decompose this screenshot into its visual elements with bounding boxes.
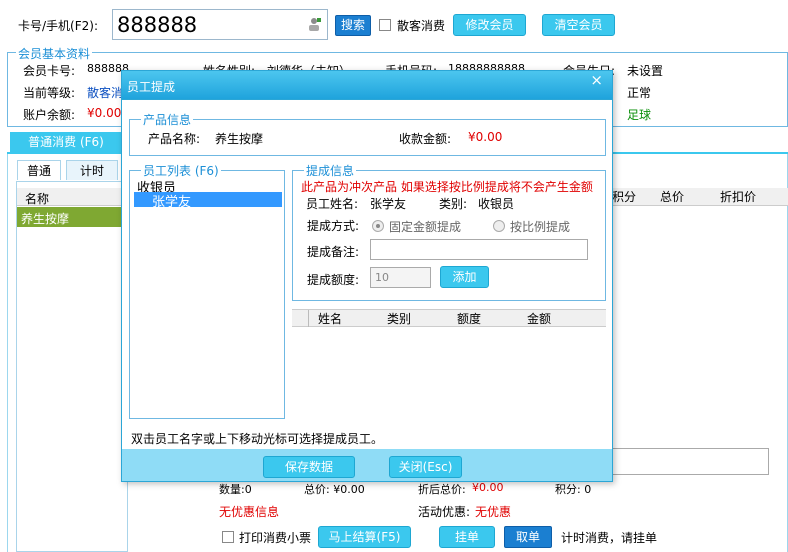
staff-item-selected[interactable]: 张学友 (134, 192, 282, 210)
emp-name-label: 员工姓名: (306, 197, 359, 211)
quota-label: 提成额度: (307, 273, 360, 287)
cart-col-discount: 折扣价 (720, 190, 757, 204)
commission-warning: 此产品为冲次产品 如果选择按比例提成将不会产生金额 (301, 180, 593, 194)
amount-label: 收款金额: (399, 132, 452, 146)
summary-discounted-label: 折后总价: (418, 483, 466, 496)
summary-points: 积分: 0 (555, 483, 592, 496)
close-dialog-button[interactable]: 关闭(Esc) (389, 456, 462, 478)
method-fixed-label: 固定金额提成 (389, 220, 462, 234)
product-col-name: 名称 (25, 192, 50, 206)
subtab-timed[interactable]: 计时 (66, 160, 118, 180)
dialog-title-bar: 员工提成 × (122, 71, 612, 99)
quota-input-value: 10 (375, 271, 389, 284)
summary-promo-label: 活动优惠: (418, 505, 471, 519)
subtab-normal[interactable]: 普通 (17, 160, 61, 180)
product-info-group (129, 119, 606, 156)
commission-col-name: 姓名 (318, 312, 343, 326)
method-ratio-label: 按比例提成 (510, 220, 571, 234)
category-value: 收银员 (478, 197, 515, 211)
product-row-label: 养生按摩 (21, 212, 70, 226)
quota-input[interactable]: 10 (370, 267, 431, 288)
member-card-label: 会员卡号: (23, 64, 76, 78)
user-add-icon[interactable] (307, 17, 321, 32)
walkin-checkbox[interactable] (379, 19, 391, 31)
member-balance-label: 账户余额: (23, 108, 76, 122)
summary-qty: 数量:0 (219, 483, 252, 496)
cart-col-points: 积分 (612, 190, 637, 204)
take-order-button[interactable]: 取单 (504, 526, 552, 548)
commission-table-header: 姓名 类别 额度 金额 (292, 309, 606, 327)
commission-row-marker (308, 310, 309, 327)
clear-member-button[interactable]: 清空会员 (542, 14, 615, 36)
summary-total: 总价: ¥0.00 (304, 483, 365, 496)
member-birthday-value: 未设置 (627, 64, 664, 78)
commission-dialog: 员工提成 × 产品信息 产品名称: 养生按摩 收款金额: ¥0.00 员工列表 … (121, 70, 613, 482)
summary-hint: 计时消费，请挂单 (561, 531, 658, 545)
print-receipt-label: 打印消费小票 (239, 531, 312, 545)
add-commission-button[interactable]: 添加 (440, 266, 489, 288)
cart-col-total: 总价 (660, 190, 685, 204)
hold-order-button[interactable]: 挂单 (439, 526, 495, 548)
save-data-button[interactable]: 保存数据 (263, 456, 355, 478)
staff-item-label: 张学友 (152, 195, 192, 210)
method-label: 提成方式: (307, 219, 360, 233)
search-button[interactable]: 搜索 (335, 15, 371, 36)
product-list-header: 名称 (17, 188, 127, 206)
tab-normal-consume[interactable]: 普通消费 (F6) (10, 132, 122, 154)
member-info-legend: 会员基本资料 (16, 45, 93, 62)
modify-member-button[interactable]: 修改会员 (453, 14, 526, 36)
cart-table-header: 积分 总价 折扣价 (612, 188, 788, 206)
card-label: 卡号/手机(F2): (18, 19, 98, 33)
print-receipt-checkbox[interactable] (222, 531, 234, 543)
walkin-label: 散客消费 (397, 19, 446, 33)
summary-discounted-value: ¥0.00 (472, 481, 504, 494)
dialog-instruction: 双击员工名字或上下移动光标可选择提成员工。 (131, 432, 384, 446)
dialog-title: 员工提成 (127, 80, 176, 94)
dialog-footer (122, 449, 612, 481)
method-fixed-radio[interactable] (372, 220, 384, 232)
product-row[interactable]: 养生按摩 (17, 207, 127, 227)
card-input[interactable]: 888888 (112, 9, 328, 40)
commission-col-quota: 额度 (457, 312, 482, 326)
member-status-value: 正常 (627, 86, 652, 100)
commission-col-type: 类别 (387, 312, 412, 326)
amount-value: ¥0.00 (468, 130, 503, 144)
note-input[interactable] (370, 239, 588, 260)
member-balance-value: ¥0.00 (87, 106, 122, 120)
product-list: 名称 养生按摩 (16, 181, 128, 552)
emp-name-value: 张学友 (370, 197, 407, 211)
dialog-close-icon[interactable]: × (590, 71, 603, 89)
method-ratio-radio[interactable] (493, 220, 505, 232)
note-label: 提成备注: (307, 245, 360, 259)
commission-table: 姓名 类别 额度 金额 (292, 307, 606, 419)
commission-info-legend: 提成信息 (304, 162, 357, 179)
commission-col-amount: 金额 (527, 312, 552, 326)
product-name-label: 产品名称: (148, 132, 201, 146)
card-input-value: 888888 (117, 13, 198, 37)
member-hobby-value: 足球 (627, 108, 652, 122)
checkout-button[interactable]: 马上结算(F5) (318, 526, 411, 548)
member-level-label: 当前等级: (23, 86, 76, 100)
summary-no-discount: 无优惠信息 (219, 505, 280, 519)
product-info-legend: 产品信息 (141, 111, 194, 128)
product-name-value: 养生按摩 (215, 132, 264, 146)
category-label: 类别: (439, 197, 468, 211)
cart-note-input[interactable] (612, 448, 769, 475)
summary-promo-value: 无优惠 (475, 505, 512, 519)
